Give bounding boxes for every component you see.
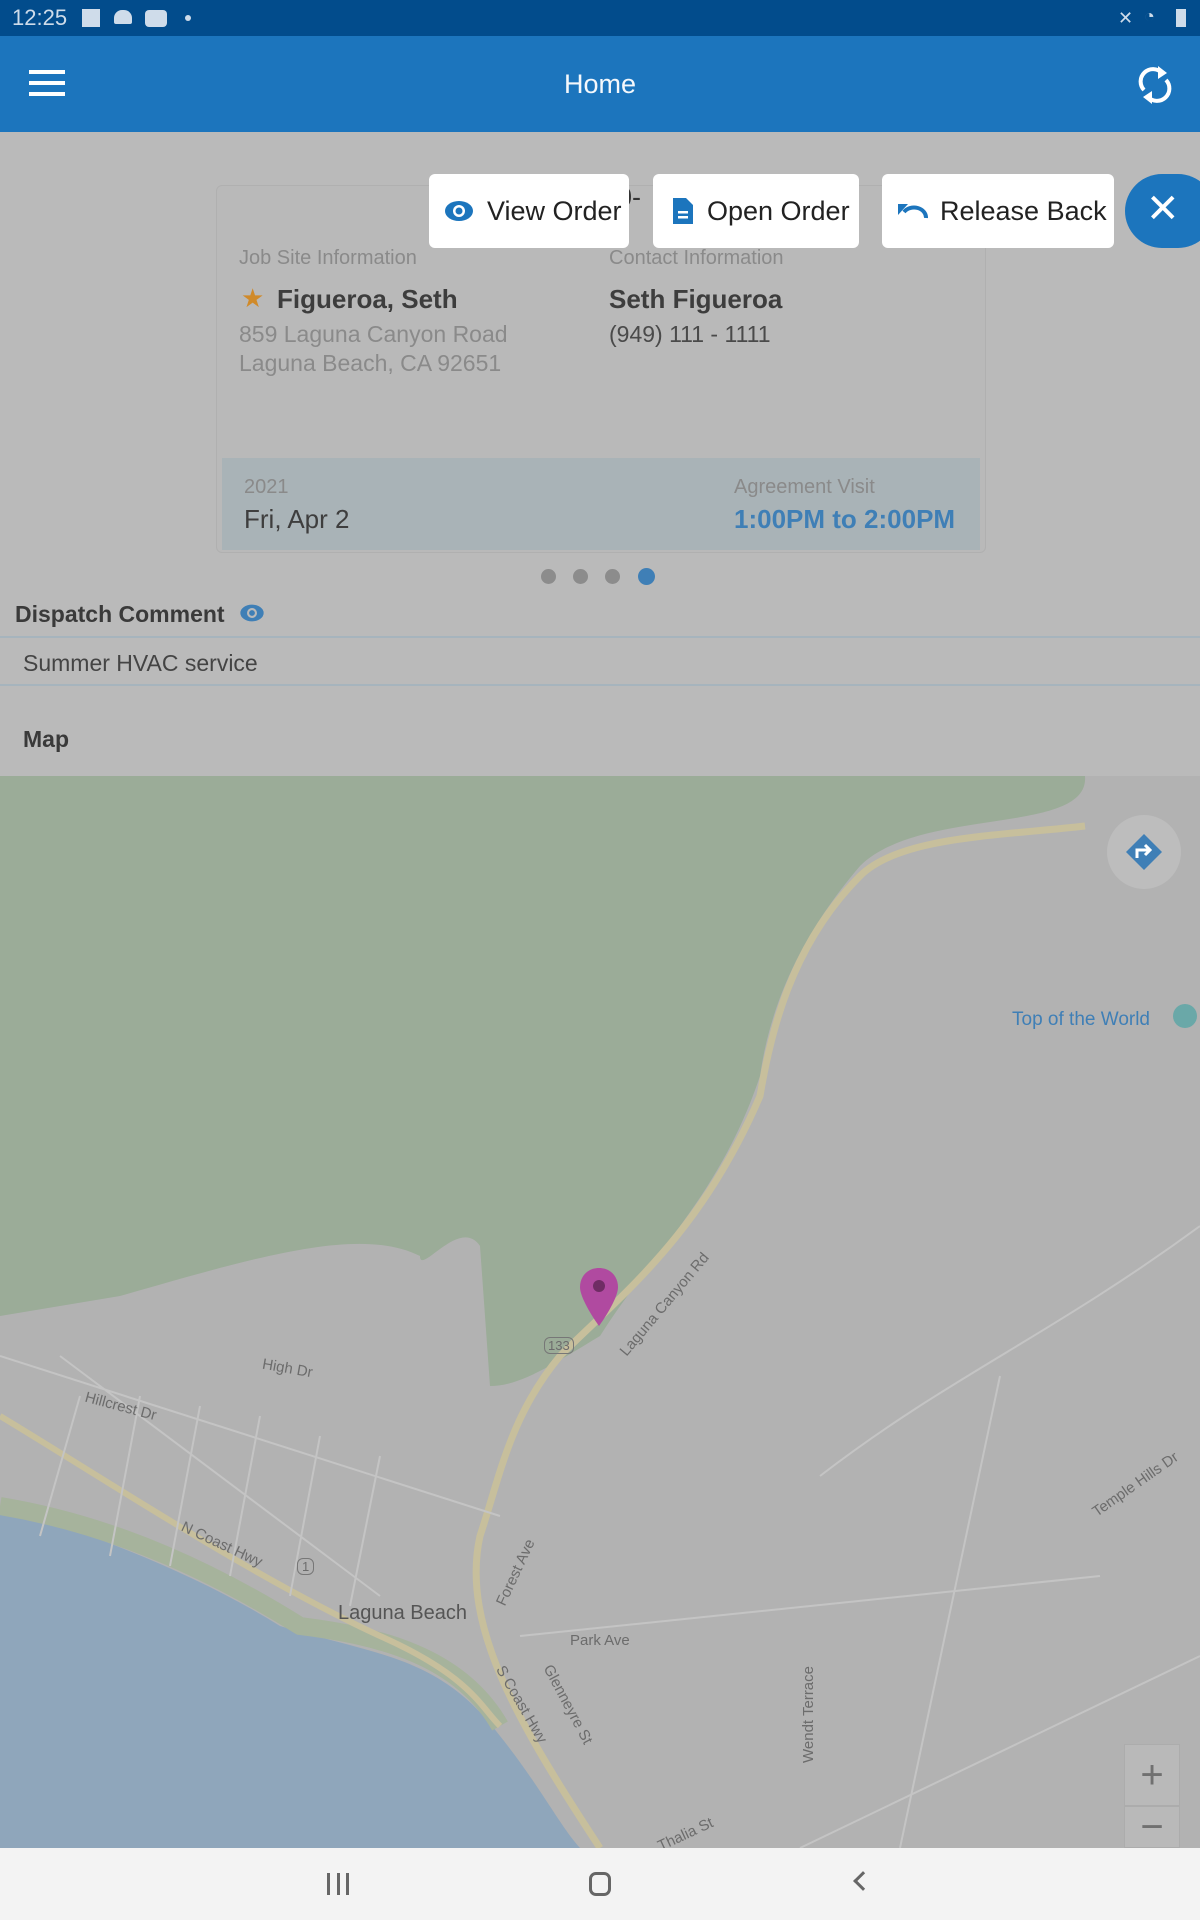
- directions-button[interactable]: [1107, 815, 1181, 889]
- weather-icon: [114, 10, 132, 24]
- star-icon: ★: [241, 283, 265, 313]
- zoom-out-button[interactable]: −: [1124, 1805, 1180, 1848]
- mute-icon: ✕: [1118, 8, 1134, 28]
- directions-icon: [1126, 834, 1162, 870]
- map[interactable]: Top of the World Laguna Canyon Rd High D…: [0, 776, 1200, 1848]
- zoom-in-button[interactable]: +: [1124, 1744, 1180, 1806]
- pager-dot[interactable]: [541, 569, 556, 584]
- eye-icon[interactable]: [238, 603, 266, 623]
- pager-dot[interactable]: [573, 569, 588, 584]
- pager-dot[interactable]: [605, 569, 620, 584]
- open-order-label: Open Order: [707, 195, 850, 226]
- undo-icon: [898, 204, 928, 219]
- document-icon: [673, 198, 693, 224]
- system-nav-bar: [0, 1848, 1200, 1920]
- pager-dot-active[interactable]: [638, 568, 655, 585]
- release-back-label: Release Back: [940, 195, 1107, 226]
- job-site-label: Job Site Information: [239, 247, 417, 269]
- route-shield: 1: [297, 1558, 315, 1575]
- close-actions-button[interactable]: ✕: [1125, 174, 1200, 248]
- release-back-button[interactable]: Release Back: [882, 174, 1114, 248]
- status-bar: 12:25 ✕ ◔: [0, 0, 1200, 36]
- address-line1: 859 Laguna Canyon Road: [239, 321, 508, 347]
- page-title: Home: [563, 69, 637, 99]
- divider: [0, 636, 1200, 638]
- dispatch-comment-label: Dispatch Comment: [15, 601, 225, 627]
- contact-name: Seth Figueroa: [609, 284, 783, 314]
- map-label-top-of-the-world: Top of the World: [1012, 1009, 1151, 1030]
- location-pin-icon[interactable]: [578, 1266, 620, 1328]
- job-site-name: Figueroa, Seth: [277, 284, 458, 314]
- app-bar: Home: [0, 36, 1200, 132]
- battery-icon: [1176, 9, 1186, 27]
- eye-icon: [445, 201, 473, 221]
- home-icon[interactable]: [589, 1872, 611, 1896]
- schedule-year: 2021: [244, 476, 289, 498]
- recents-icon[interactable]: [327, 1873, 349, 1895]
- route-shield: 133: [544, 1337, 574, 1354]
- dispatch-comment-value: Summer HVAC service: [23, 650, 258, 676]
- view-order-button[interactable]: View Order: [429, 174, 629, 248]
- divider: [0, 684, 1200, 686]
- wifi-icon: ◔: [1144, 6, 1155, 26]
- map-label: Map: [23, 726, 69, 752]
- map-label-road: Wendt Terrace: [800, 1666, 817, 1763]
- open-order-button[interactable]: Open Order: [653, 174, 859, 248]
- notification-dot-icon: [185, 15, 191, 21]
- close-icon: ✕: [1146, 187, 1180, 231]
- visit-type: Agreement Visit: [734, 476, 875, 498]
- gallery-icon: [82, 9, 100, 27]
- map-label-city: Laguna Beach: [338, 1602, 468, 1624]
- view-order-label: View Order: [487, 195, 622, 226]
- sync-icon[interactable]: [1136, 64, 1174, 106]
- status-time: 12:25: [12, 5, 68, 30]
- visit-time-range: 1:00PM to 2:00PM: [734, 504, 956, 534]
- back-icon[interactable]: [853, 1871, 873, 1891]
- youtube-icon: [145, 10, 167, 27]
- contact-phone[interactable]: (949) 111 - 1111: [609, 321, 771, 348]
- schedule-date: Fri, Apr 2: [244, 504, 350, 534]
- map-label-road: Park Ave: [570, 1632, 630, 1649]
- contact-label: Contact Information: [609, 247, 784, 269]
- address-line2: Laguna Beach, CA 92651: [239, 350, 502, 376]
